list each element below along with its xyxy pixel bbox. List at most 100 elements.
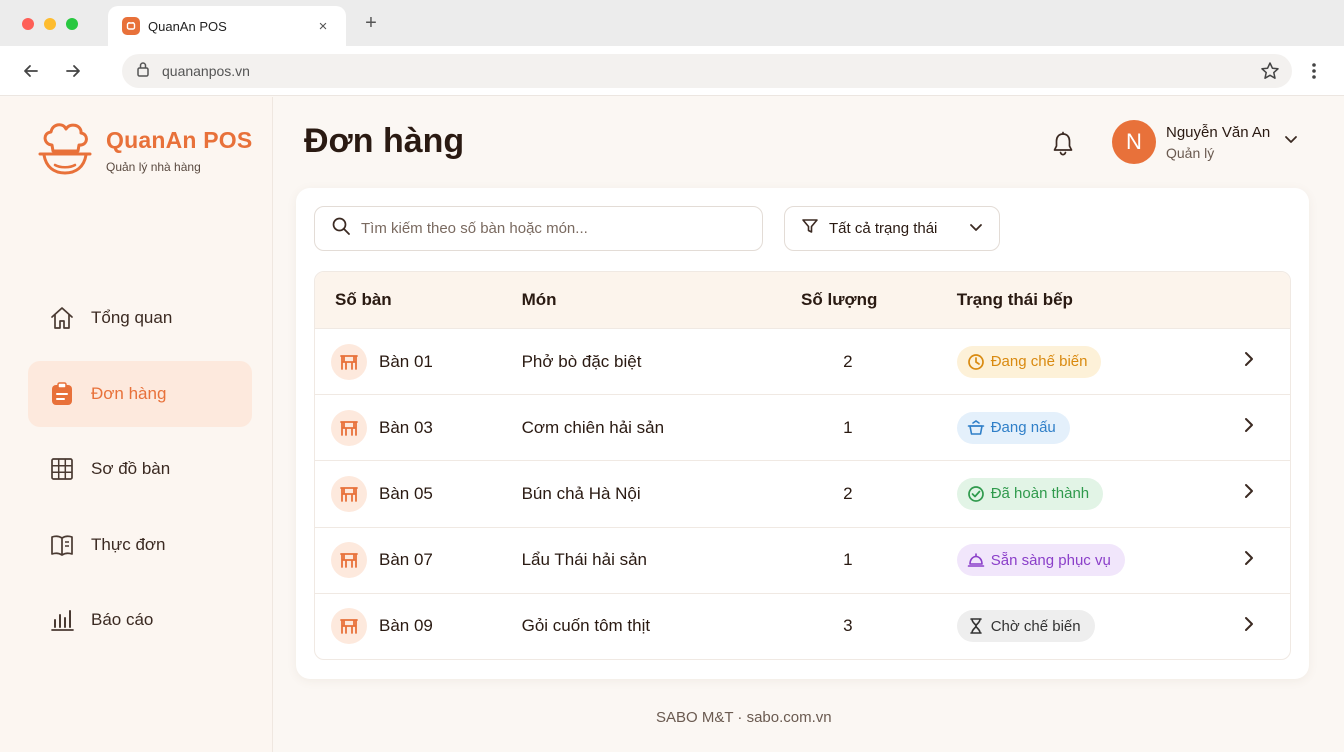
- row-open-button[interactable]: [1208, 483, 1290, 504]
- table-row[interactable]: Bàn 07 Lẩu Thái hải sản 1 Sẵn sàng phục vụ: [315, 526, 1290, 593]
- table-number: Bàn 03: [379, 417, 433, 437]
- sidebar-item-bao-cao[interactable]: Báo cáo: [28, 587, 252, 653]
- chevron-right-icon: [1244, 550, 1254, 571]
- status-filter-dropdown[interactable]: Tất cả trạng thái: [784, 206, 1000, 251]
- url-field[interactable]: quananpos.vn: [122, 54, 1292, 88]
- dish-name: Bún chả Hà Nội: [521, 483, 641, 503]
- sidebar-item-label: Tổng quan: [91, 308, 173, 327]
- status-cell: Sẵn sàng phục vụ: [929, 544, 1208, 577]
- table-number: Bàn 09: [379, 616, 433, 636]
- filter-label: Tất cả trạng thái: [829, 220, 938, 237]
- new-tab-icon[interactable]: +: [360, 12, 382, 34]
- table-number-cell: Bàn 01: [315, 343, 522, 380]
- chevron-right-icon: [1244, 417, 1254, 438]
- sidebar-nav: Tổng quan Đơn hàng Sơ đồ bàn Thực đơn Bá…: [28, 285, 252, 663]
- table-number-cell: Bàn 05: [315, 475, 522, 512]
- table-row[interactable]: Bàn 03 Cơm chiên hải sản 1 Đang nấu: [315, 394, 1290, 460]
- grid-icon: [48, 455, 76, 483]
- quantity: 1: [843, 550, 853, 570]
- clipboard-icon: [48, 380, 76, 408]
- status-label: Sẵn sàng phục vụ: [990, 551, 1111, 569]
- tab-title: QuanAn POS: [148, 18, 227, 34]
- brand-subtitle: Quản lý nhà hàng: [106, 160, 201, 174]
- quantity: 1: [843, 417, 853, 437]
- status-label: Đã hoàn thành: [990, 485, 1090, 503]
- chef-hat-icon: [36, 119, 94, 182]
- browser-menu-icon[interactable]: [1306, 60, 1322, 82]
- table-number: Bàn 05: [379, 483, 433, 503]
- chevron-right-icon: [1244, 351, 1254, 372]
- user-role: Quản lý: [1166, 144, 1215, 161]
- row-open-button[interactable]: [1208, 417, 1290, 438]
- window-minimize-dot[interactable]: [44, 18, 56, 30]
- chevron-right-icon: [1244, 483, 1254, 504]
- status-label: Chờ chế biến: [990, 617, 1081, 635]
- lock-icon: [136, 61, 150, 82]
- search-input[interactable]: [361, 220, 741, 237]
- browser-tab-bar: QuanAn POS × +: [0, 0, 1344, 46]
- chevron-right-icon: [1244, 616, 1254, 637]
- sidebar-item-tong-quan[interactable]: Tổng quan: [28, 285, 252, 351]
- row-open-button[interactable]: [1208, 616, 1290, 637]
- window-maximize-dot[interactable]: [66, 18, 78, 30]
- browser-tab[interactable]: QuanAn POS ×: [108, 6, 346, 46]
- sidebar-item-label: Đơn hàng: [91, 383, 167, 403]
- sidebar-item-so-do-ban[interactable]: Sơ đồ bàn: [28, 436, 252, 502]
- dish-name: Cơm chiên hải sản: [521, 417, 665, 437]
- table-number-cell: Bàn 07: [315, 542, 522, 579]
- brand-title: QuanAn POS: [106, 127, 253, 153]
- column-header: Số bàn: [335, 290, 392, 309]
- quantity: 2: [843, 351, 853, 371]
- column-header: Số lượng: [801, 290, 878, 309]
- user-menu[interactable]: N Nguyễn Văn An Quản lý: [1112, 120, 1298, 164]
- table-row[interactable]: Bàn 05 Bún chả Hà Nội 2 Đã hoàn thành: [315, 460, 1290, 526]
- dining-table-icon: [331, 542, 367, 579]
- sidebar-item-don-hang[interactable]: Đơn hàng: [28, 360, 252, 427]
- clock-icon: [967, 353, 985, 371]
- dining-table-icon: [331, 409, 367, 446]
- back-arrow-icon[interactable]: [20, 60, 42, 82]
- page-title: Đơn hàng: [304, 122, 465, 160]
- favicon-icon: [122, 17, 140, 35]
- brand-logo[interactable]: QuanAn POS Quản lý nhà hàng: [36, 119, 252, 182]
- dining-table-icon: [331, 343, 367, 380]
- row-open-button[interactable]: [1208, 351, 1290, 372]
- bar-chart-icon: [48, 606, 76, 634]
- sidebar: QuanAn POS Quản lý nhà hàng Tổng quan Đơ…: [0, 97, 273, 752]
- status-cell: Đã hoàn thành: [929, 477, 1208, 510]
- status-label: Đang nấu: [990, 419, 1056, 437]
- chevron-down-icon[interactable]: [1284, 132, 1298, 150]
- column-header: Món: [521, 290, 557, 309]
- dining-table-icon: [331, 475, 367, 512]
- dish-name: Lẩu Thái hải sản: [521, 550, 647, 570]
- hourglass-icon: [967, 617, 985, 635]
- status-cell: Đang chế biến: [929, 345, 1208, 378]
- table-row[interactable]: Bàn 01 Phở bò đặc biệt 2 Đang chế biến: [315, 328, 1290, 394]
- table-header: Số bàn Món Số lượng Trạng thái bếp: [315, 272, 1290, 328]
- bookmark-star-icon[interactable]: [1260, 61, 1280, 86]
- status-cell: Chờ chế biến: [929, 610, 1208, 643]
- footer-text: SABO M&T · sabo.com.vn: [656, 709, 832, 726]
- tab-close-icon[interactable]: ×: [314, 18, 332, 35]
- search-box[interactable]: [314, 206, 763, 251]
- chevron-down-icon: [969, 220, 983, 238]
- status-badge: Đang chế biến: [956, 345, 1102, 378]
- sidebar-item-thuc-don[interactable]: Thực đơn: [28, 512, 252, 578]
- status-cell: Đang nấu: [929, 411, 1208, 444]
- home-icon: [48, 304, 76, 332]
- row-open-button[interactable]: [1208, 550, 1290, 571]
- pot-icon: [967, 419, 985, 437]
- notification-bell-icon[interactable]: [1049, 130, 1077, 158]
- dish-name: Gỏi cuốn tôm thịt: [521, 616, 651, 636]
- column-header: Trạng thái bếp: [956, 290, 1073, 309]
- user-name: Nguyễn Văn An: [1166, 123, 1271, 141]
- window-close-dot[interactable]: [22, 18, 34, 30]
- table-number: Bàn 01: [379, 351, 433, 371]
- sidebar-item-label: Báo cáo: [91, 610, 154, 630]
- status-badge: Sẵn sàng phục vụ: [956, 544, 1125, 577]
- forward-arrow-icon[interactable]: [62, 60, 84, 82]
- status-badge: Đang nấu: [956, 411, 1070, 444]
- book-icon: [48, 531, 76, 559]
- table-row[interactable]: Bàn 09 Gỏi cuốn tôm thịt 3 Chờ chế biến: [315, 592, 1290, 659]
- quantity: 2: [843, 483, 853, 503]
